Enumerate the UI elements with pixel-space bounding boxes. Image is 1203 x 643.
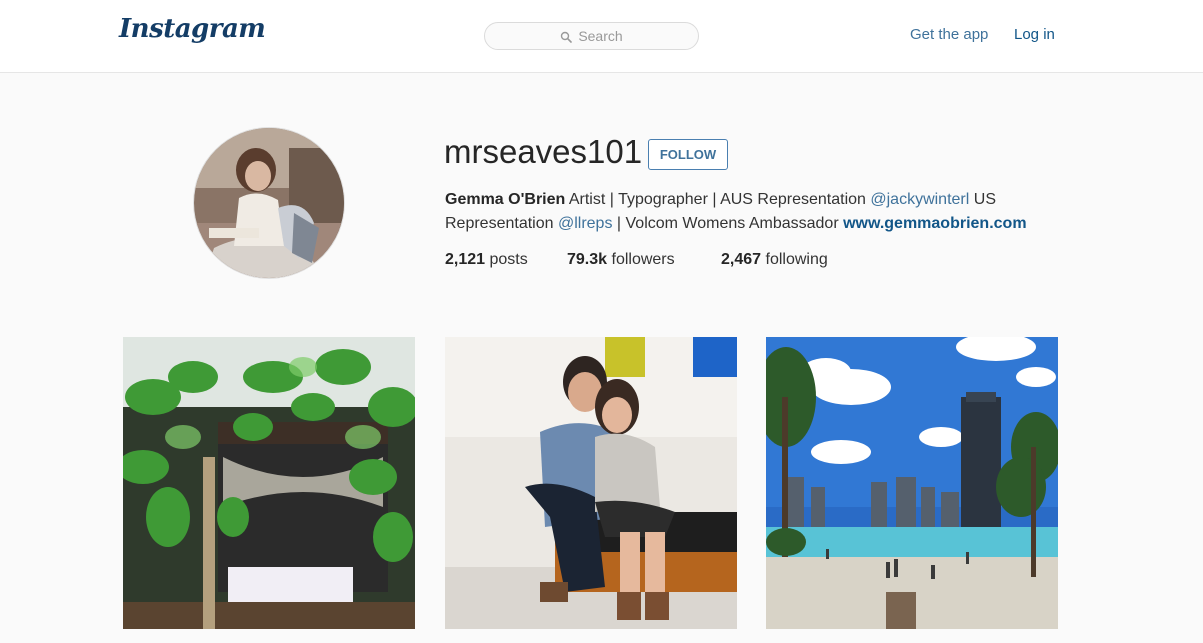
posts-label: posts (489, 251, 528, 268)
profile-full-name: Gemma O'Brien (445, 191, 566, 208)
search-icon (560, 30, 573, 43)
post-thumbnail-garden[interactable] (123, 337, 415, 629)
following-label: following (765, 251, 828, 268)
instagram-logo[interactable]: Instagram (119, 14, 266, 44)
mention-link-jackywinterl[interactable]: @jackywinterl (870, 191, 969, 208)
post-thumbnail-couple[interactable] (445, 337, 737, 629)
following-stat[interactable]: 2,467 following (721, 251, 828, 269)
bio-text: | Volcom Womens Ambassador (616, 215, 839, 232)
bio-text: Artist | Typographer | AUS Representatio… (568, 191, 866, 208)
followers-label: followers (611, 251, 675, 268)
follow-button[interactable]: FOLLOW (648, 139, 728, 170)
get-the-app-link[interactable]: Get the app (910, 26, 988, 43)
posts-count: 2,121 (445, 251, 486, 268)
profile-username: mrseaves101 (444, 133, 643, 170)
followers-count: 79.3k (567, 251, 608, 268)
website-link[interactable]: www.gemmaobrien.com (843, 215, 1026, 232)
followers-stat[interactable]: 79.3k followers (567, 251, 721, 269)
top-navigation-bar: Instagram Search Get the app Log in (0, 0, 1203, 73)
search-input[interactable]: Search (484, 22, 699, 50)
posts-stat: 2,121 posts (445, 251, 567, 269)
profile-stats: 2,121 posts 79.3k followers 2,467 follow… (445, 251, 828, 269)
profile-avatar (193, 127, 345, 279)
mention-link-llreps[interactable]: @llreps (558, 215, 612, 232)
following-count: 2,467 (721, 251, 762, 268)
login-link[interactable]: Log in (1014, 26, 1055, 43)
profile-bio: Gemma O'Brien Artist | Typographer | AUS… (445, 188, 1065, 236)
post-thumbnail-beach-city[interactable] (766, 337, 1058, 629)
search-placeholder: Search (578, 28, 623, 44)
